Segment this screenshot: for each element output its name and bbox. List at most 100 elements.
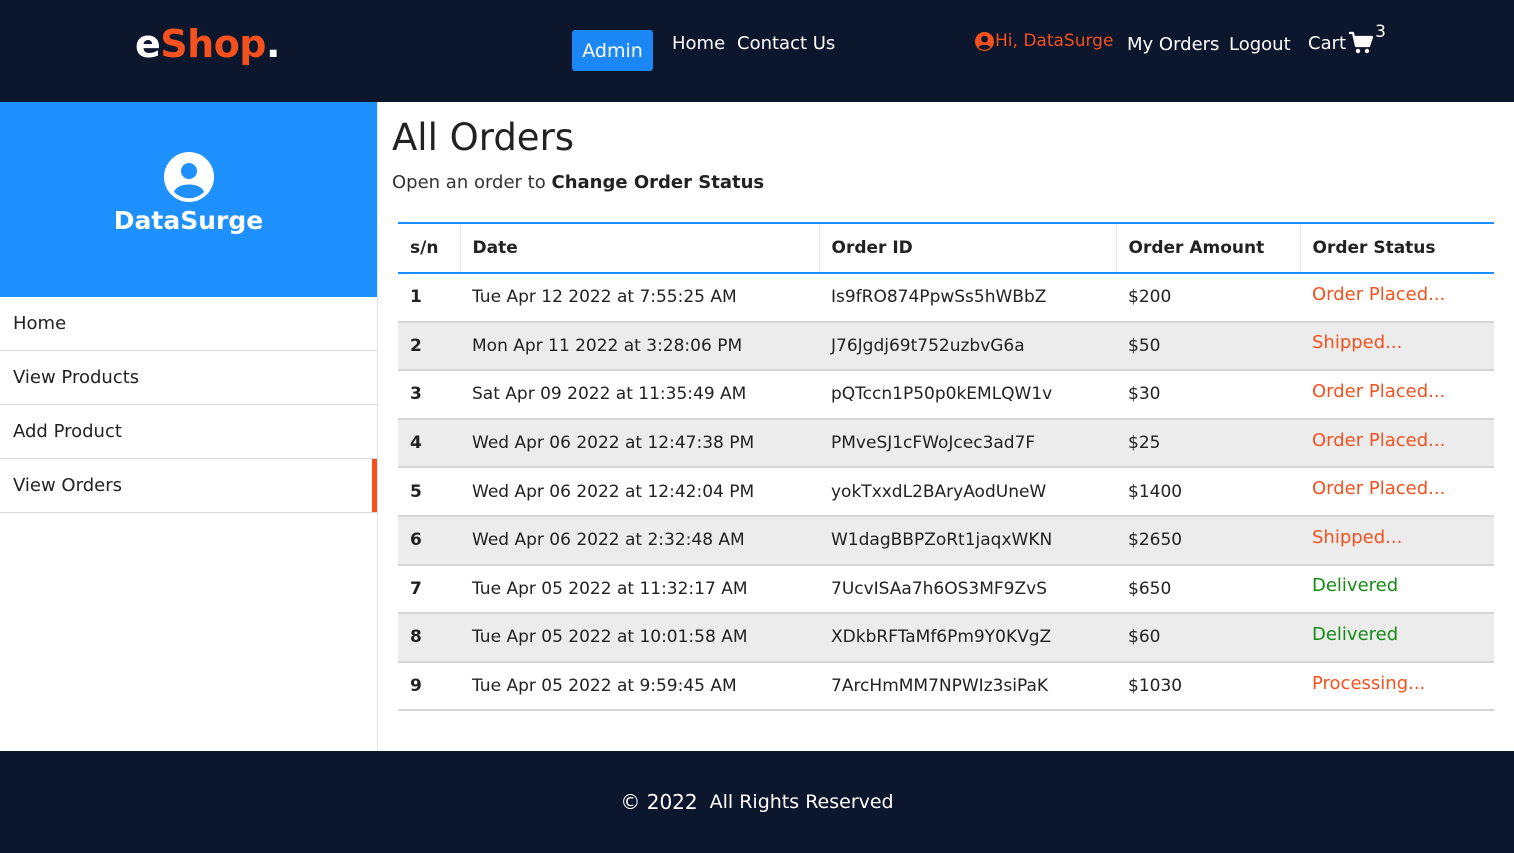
status-label: Order Placed... — [1312, 478, 1446, 500]
cart-link[interactable]: Cart 3 — [1308, 22, 1386, 55]
cell-amount: $50 — [1116, 321, 1300, 372]
orders-table: s/n Date Order ID Order Amount Order Sta… — [398, 222, 1494, 712]
cell-status: Shipped... — [1300, 321, 1494, 372]
cell-date: Tue Apr 05 2022 at 10:01:58 AM — [460, 613, 819, 663]
cell-amount: $1030 — [1116, 661, 1300, 712]
cell-order-id: XDkbRFTaMf6Pm9Y0KVgZ — [819, 613, 1116, 663]
cell-order-id: 7UcvISAa7h6OS3MF9ZvS — [819, 564, 1116, 615]
cell-status: Processing... — [1300, 661, 1494, 712]
cell-date: Mon Apr 11 2022 at 3:28:06 PM — [460, 321, 819, 372]
status-label: Delivered — [1312, 623, 1399, 645]
admin-button[interactable]: Admin — [572, 30, 653, 71]
sidebar-item-view-products[interactable]: View Products — [0, 351, 377, 405]
status-label: Order Placed... — [1312, 429, 1446, 451]
cell-sn: 4 — [398, 418, 460, 469]
copyright-year: © 2022 — [620, 790, 698, 814]
logo-prefix: e — [135, 22, 161, 66]
cell-order-id: Is9fRO874PpwSs5hWBbZ — [819, 273, 1116, 323]
shopping-cart-icon — [1349, 31, 1374, 54]
logout-link[interactable]: Logout — [1229, 34, 1291, 55]
cell-status: Delivered — [1300, 564, 1494, 615]
table-header-row: s/n Date Order ID Order Amount Order Sta… — [398, 222, 1494, 274]
subtitle-emphasis: Change Order Status — [551, 172, 765, 193]
cell-sn: 2 — [398, 321, 460, 372]
cell-sn: 5 — [398, 467, 460, 517]
cell-order-id: yokTxxdL2BAryAodUneW — [819, 467, 1116, 517]
status-label: Order Placed... — [1312, 380, 1446, 402]
cell-sn: 7 — [398, 564, 460, 615]
cell-status: Order Placed... — [1300, 273, 1494, 323]
status-label: Delivered — [1312, 575, 1399, 597]
cell-sn: 9 — [398, 661, 460, 712]
user-greeting[interactable]: Hi, DataSurge — [975, 31, 1113, 51]
status-label: Shipped... — [1312, 332, 1403, 354]
admin-sidebar: DataSurge Home View Products Add Product… — [0, 102, 378, 751]
cell-order-id: W1dagBBPZoRt1jaqxWKN — [819, 515, 1116, 566]
cart-count-badge: 3 — [1375, 22, 1386, 42]
cell-order-id: pQTccn1P50p0kEMLQW1v — [819, 370, 1116, 420]
user-circle-icon — [975, 31, 994, 51]
nav-contact-link[interactable]: Contact Us — [737, 33, 835, 54]
profile-name: DataSurge — [113, 206, 264, 235]
cell-order-id: J76Jgdj69t752uzbvG6a — [819, 321, 1116, 372]
logo-dot: . — [266, 22, 280, 66]
cell-date: Wed Apr 06 2022 at 2:32:48 AM — [460, 515, 819, 566]
cell-amount: $25 — [1116, 418, 1300, 469]
status-label: Order Placed... — [1312, 283, 1446, 305]
cell-status: Order Placed... — [1300, 467, 1494, 517]
cell-date: Tue Apr 05 2022 at 11:32:17 AM — [460, 564, 819, 615]
column-header-date: Date — [459, 222, 819, 274]
logo[interactable]: eShop. — [135, 22, 280, 66]
table-row[interactable]: 3 Sat Apr 09 2022 at 11:35:49 AM pQTccn1P5… — [398, 370, 1494, 420]
cell-date: Wed Apr 06 2022 at 12:47:38 PM — [460, 418, 819, 469]
subtitle-prefix: Open an order to — [392, 172, 546, 193]
main-content: All Orders Open an order to Change Order… — [392, 102, 1502, 712]
cell-status: Shipped... — [1300, 515, 1494, 566]
column-header-amount: Order Amount — [1115, 222, 1300, 274]
logo-brand: Shop — [160, 22, 267, 66]
cell-sn: 3 — [398, 370, 460, 420]
cell-amount: $200 — [1116, 273, 1300, 323]
page-title: All Orders — [392, 116, 575, 159]
sidebar-item-add-product[interactable]: Add Product — [0, 405, 377, 459]
greeting-text: Hi, DataSurge — [995, 31, 1114, 51]
cell-order-id: PMveSJ1cFWoJcec3ad7F — [819, 418, 1116, 469]
column-header-order-id: Order ID — [818, 222, 1116, 274]
user-circle-icon — [163, 152, 214, 202]
cell-date: Tue Apr 05 2022 at 9:59:45 AM — [460, 661, 819, 712]
table-row[interactable]: 8 Tue Apr 05 2022 at 10:01:58 AM XDkbRFTaM… — [398, 613, 1494, 663]
my-orders-link[interactable]: My Orders — [1127, 34, 1219, 55]
status-label: Processing... — [1312, 672, 1426, 694]
cart-label: Cart — [1308, 33, 1347, 54]
page-subtitle: Open an order to Change Order Status — [392, 172, 1502, 193]
footer: © 2022 All Rights Reserved — [0, 751, 1514, 853]
cell-date: Sat Apr 09 2022 at 11:35:49 AM — [460, 370, 819, 420]
nav-home-link[interactable]: Home — [672, 33, 725, 54]
cell-amount: $650 — [1116, 564, 1300, 615]
table-row[interactable]: 5 Wed Apr 06 2022 at 12:42:04 PM yokTxxdL2… — [398, 467, 1494, 517]
cell-sn: 8 — [398, 613, 460, 663]
profile-panel: DataSurge — [0, 102, 377, 297]
cell-sn: 6 — [398, 515, 460, 566]
column-header-sn: s/n — [398, 222, 460, 274]
cell-order-id: 7ArcHmMM7NPWIz3siPaK — [819, 661, 1116, 712]
sidebar-item-home[interactable]: Home — [0, 297, 377, 351]
cell-amount: $30 — [1116, 370, 1300, 420]
cell-sn: 1 — [398, 273, 460, 323]
status-label: Shipped... — [1312, 526, 1403, 548]
table-row[interactable]: 6 Wed Apr 06 2022 at 2:32:48 AM W1dagBBPZo… — [398, 515, 1494, 566]
cell-amount: $60 — [1116, 613, 1300, 663]
table-row[interactable]: 7 Tue Apr 05 2022 at 11:32:17 AM 7UcvISAa7… — [398, 564, 1494, 615]
table-row[interactable]: 9 Tue Apr 05 2022 at 9:59:45 AM 7ArcHmMM7N… — [398, 661, 1494, 712]
cell-date: Tue Apr 12 2022 at 7:55:25 AM — [460, 273, 819, 323]
table-row[interactable]: 4 Wed Apr 06 2022 at 12:47:38 PM PMveSJ1cF… — [398, 418, 1494, 469]
table-row[interactable]: 2 Mon Apr 11 2022 at 3:28:06 PM J76Jgdj69t… — [398, 321, 1494, 372]
table-row[interactable]: 1 Tue Apr 12 2022 at 7:55:25 AM Is9fRO874P… — [398, 273, 1494, 323]
cell-date: Wed Apr 06 2022 at 12:42:04 PM — [460, 467, 819, 517]
cell-status: Order Placed... — [1300, 370, 1494, 420]
sidebar-item-view-orders[interactable]: View Orders — [0, 459, 377, 513]
cell-status: Order Placed... — [1300, 418, 1494, 469]
cell-amount: $2650 — [1116, 515, 1300, 566]
cell-amount: $1400 — [1116, 467, 1300, 517]
column-header-status: Order Status — [1299, 222, 1494, 274]
